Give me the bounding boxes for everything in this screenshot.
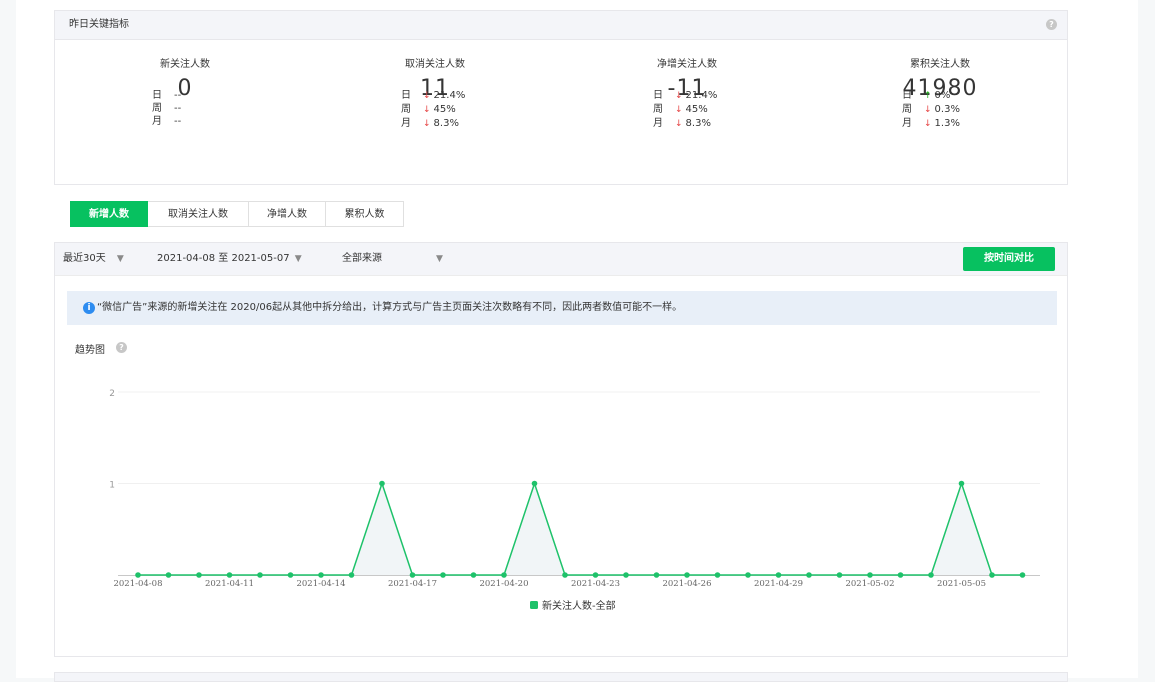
x-tick-label: 2021-04-20 [479,579,528,589]
data-point [318,572,324,578]
data-point [806,572,812,578]
x-tick-label: 2021-04-29 [754,579,803,589]
x-tick-label: 2021-04-23 [571,579,620,589]
data-point [501,572,507,578]
y-tick-label: 1 [109,481,115,491]
data-point [226,572,233,578]
series-line [138,481,1023,576]
data-point [531,480,538,487]
data-point [135,572,141,578]
data-point [1019,572,1026,578]
x-tick-label: 2021-04-08 [113,579,162,589]
data-point [867,572,873,578]
x-tick-label: 2021-04-17 [388,579,437,589]
legend-swatch [530,601,538,609]
data-point [958,480,965,487]
data-point [623,572,629,578]
data-point [897,572,904,578]
x-tick-label: 2021-04-11 [205,579,254,589]
data-point [440,572,446,578]
data-point [989,572,995,578]
data-point [165,572,172,578]
series-area [138,483,1023,575]
data-point [409,572,416,578]
y-tick-label: 2 [109,389,115,399]
data-point [745,572,751,578]
data-point [928,572,934,578]
data-point [653,572,660,578]
x-tick-label: 2021-05-05 [937,579,986,589]
x-tick-label: 2021-04-14 [296,579,345,589]
trend-chart: 1 2 2021-04-08 2021-04-11 2021-04-14 2021-04-… [109,389,1040,612]
data-point [714,572,721,578]
data-point [470,572,477,578]
data-point [287,572,294,578]
x-tick-label: 2021-05-02 [845,579,894,589]
data-point [257,572,263,578]
data-point [348,572,355,578]
legend-label: 新关注人数-全部 [542,599,616,612]
data-point [196,572,202,578]
data-point [836,572,843,578]
data-point [562,572,568,578]
data-point [775,572,782,578]
data-point [592,572,599,578]
data-point [684,572,690,578]
x-tick-label: 2021-04-26 [662,579,711,589]
data-point [379,480,385,487]
